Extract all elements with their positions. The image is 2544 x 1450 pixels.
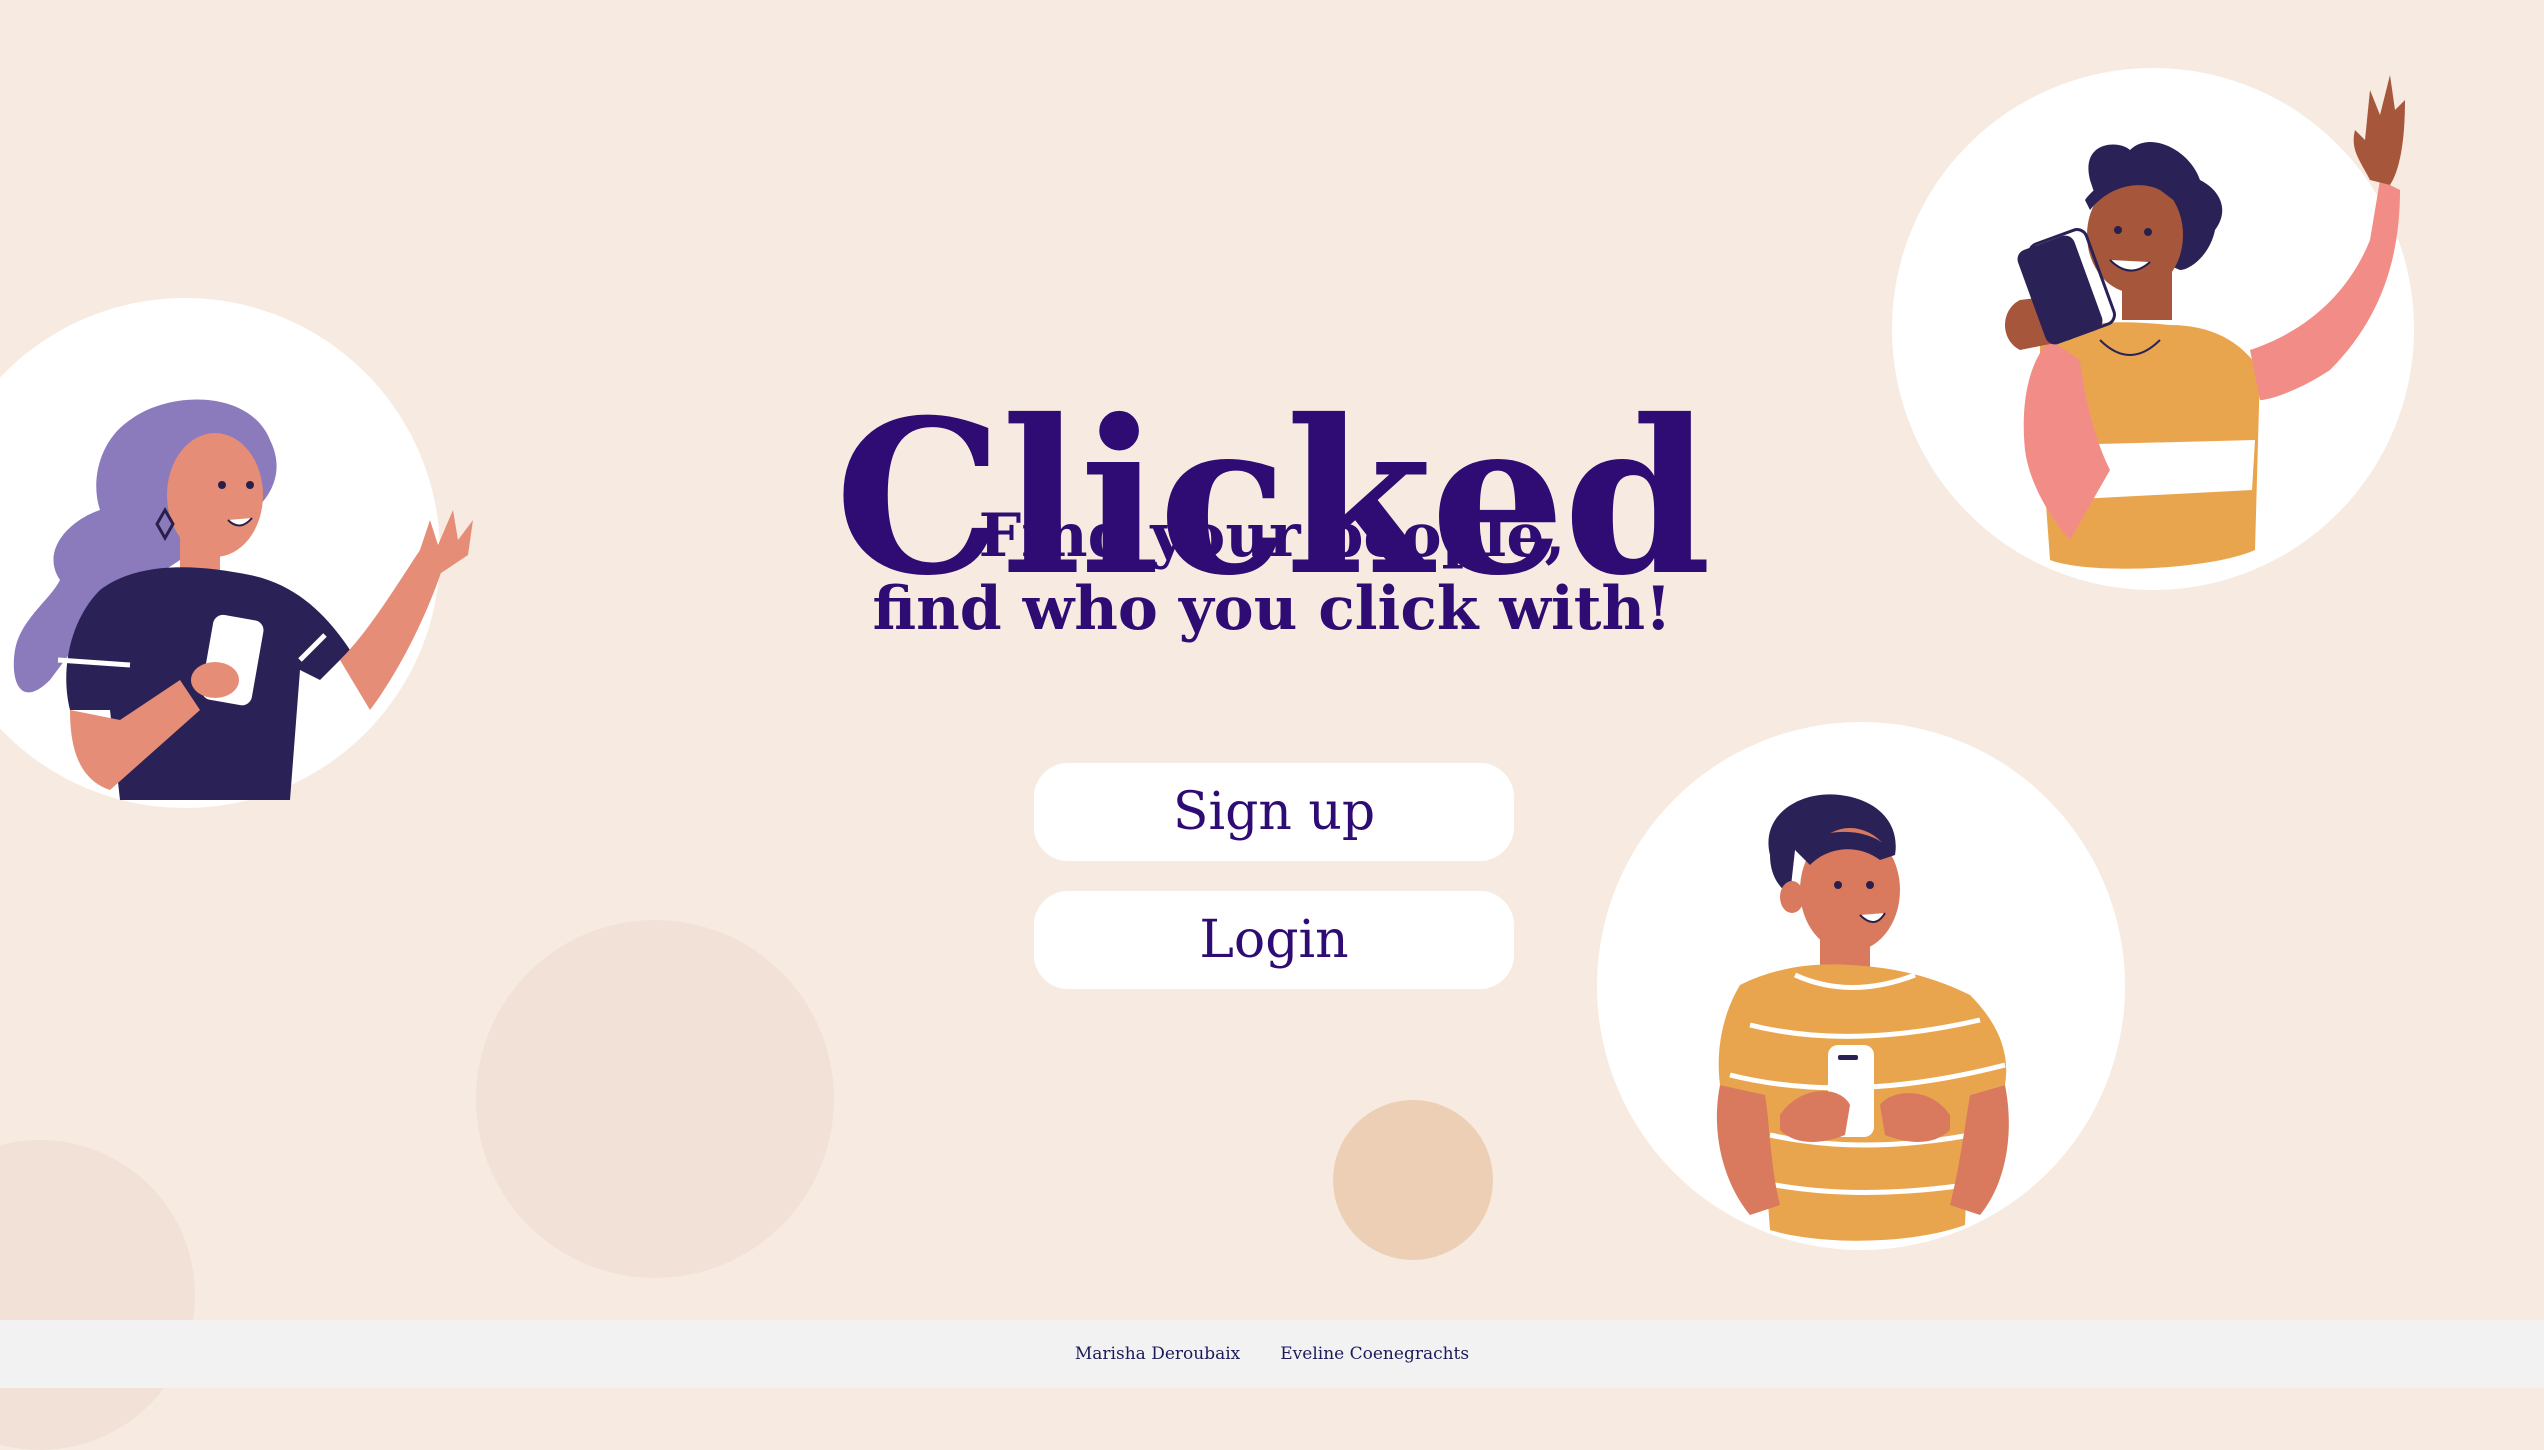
footer: Marisha Deroubaix Eveline Coenegrachts: [0, 1320, 2544, 1388]
footer-credit-eveline[interactable]: Eveline Coenegrachts: [1280, 1344, 1469, 1364]
tagline-line-1: Find your people,: [978, 501, 1566, 571]
login-button[interactable]: Login: [1034, 891, 1514, 989]
man-holding-phone-icon: [1716, 794, 2009, 1241]
footer-credit-marisha[interactable]: Marisha Deroubaix: [1075, 1344, 1240, 1364]
decor-circle-small: [1333, 1100, 1493, 1260]
signup-button[interactable]: Sign up: [1034, 763, 1514, 861]
decor-circle-large: [476, 920, 834, 1278]
tagline-line-2: find who you click with!: [872, 574, 1672, 644]
tagline: Find your people, find who you click wit…: [0, 500, 2544, 646]
decor-circle-corner: [0, 1140, 195, 1450]
